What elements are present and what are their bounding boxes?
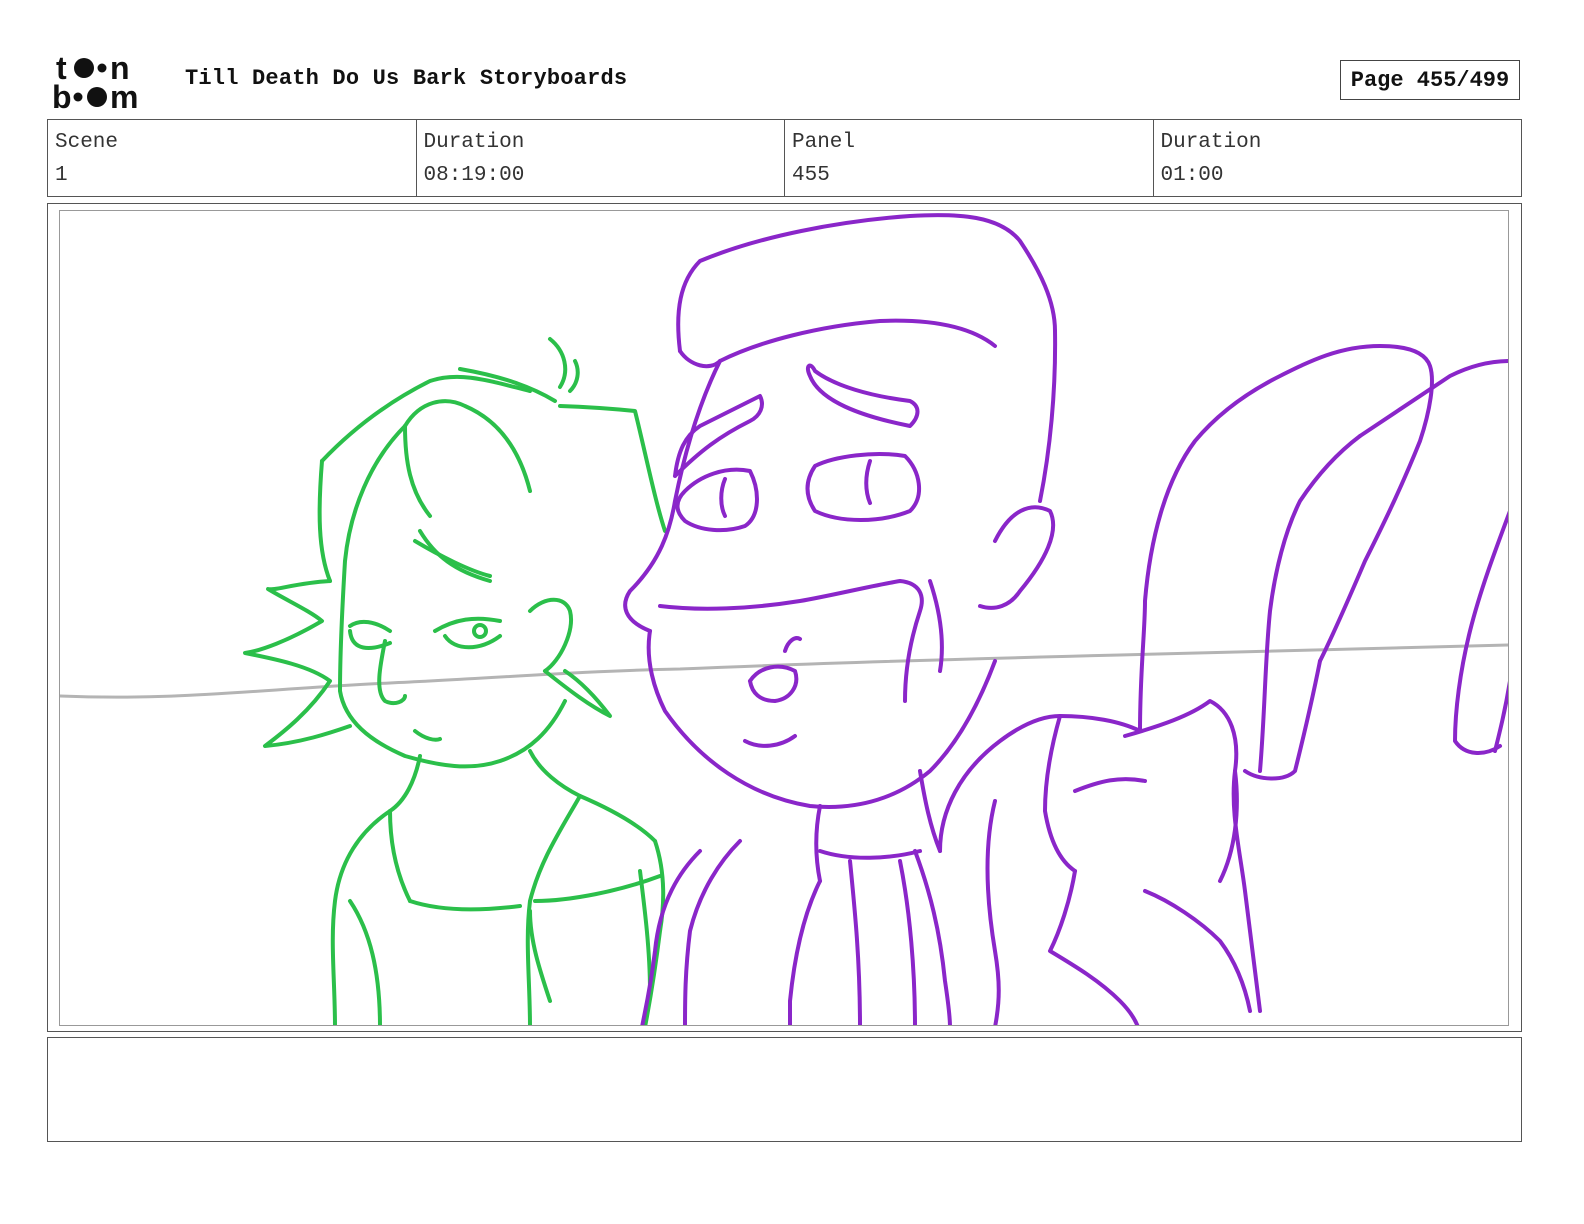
panel-duration-cell: Duration 01:00 bbox=[1154, 120, 1522, 196]
scene-duration-label: Duration bbox=[423, 131, 525, 154]
panel-info-table: Scene 1 Duration 08:19:00 Panel 455 Dura… bbox=[47, 119, 1522, 197]
panel-duration-value: 01:00 bbox=[1160, 164, 1224, 187]
panel-cell: Panel 455 bbox=[785, 120, 1154, 196]
page-indicator: Page 455/499 bbox=[1340, 60, 1520, 100]
scene-label: Scene bbox=[55, 131, 119, 154]
man-sketch bbox=[623, 213, 1508, 1025]
document-title: Till Death Do Us Bark Storyboards bbox=[185, 66, 628, 91]
woman-sketch bbox=[243, 337, 667, 1025]
panel-notes-box bbox=[47, 1037, 1522, 1142]
toon-boom-logo: t n b m bbox=[50, 50, 164, 112]
scene-duration-cell: Duration 08:19:00 bbox=[417, 120, 785, 196]
svg-text:m: m bbox=[110, 79, 138, 112]
scene-cell: Scene 1 bbox=[48, 120, 417, 196]
storyboard-image bbox=[59, 210, 1509, 1026]
panel-duration-label: Duration bbox=[1160, 131, 1262, 154]
scene-duration-value: 08:19:00 bbox=[423, 164, 525, 187]
panel-value: 455 bbox=[792, 164, 830, 187]
scene-value: 1 bbox=[55, 164, 68, 187]
page-number: 455/499 bbox=[1416, 67, 1510, 93]
panel-label: Panel bbox=[792, 131, 856, 154]
page-label: Page bbox=[1350, 67, 1404, 93]
svg-text:b: b bbox=[52, 79, 72, 112]
storyboard-panel-frame bbox=[47, 203, 1522, 1032]
